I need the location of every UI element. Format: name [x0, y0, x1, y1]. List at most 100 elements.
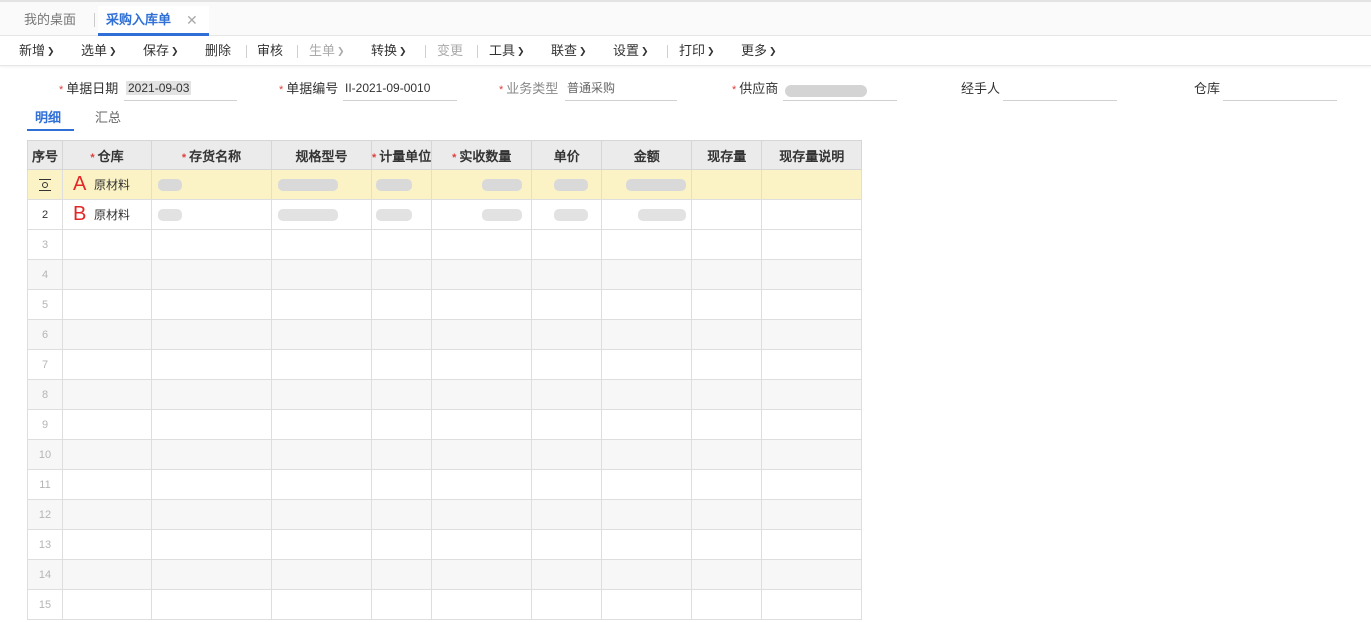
stock-note-cell[interactable] — [761, 169, 863, 200]
warehouse-cell[interactable] — [62, 559, 152, 590]
amount-cell[interactable] — [601, 169, 693, 200]
amount-cell[interactable] — [601, 559, 693, 590]
generate-bill-button[interactable]: 生单 ❯ — [309, 36, 345, 66]
stock-note-cell[interactable] — [761, 469, 863, 500]
col-header-item-name[interactable]: * 存货名称 — [151, 140, 272, 170]
qty-cell[interactable] — [431, 559, 533, 590]
warehouse-cell[interactable] — [62, 319, 152, 350]
col-header-no[interactable]: 序号 — [27, 140, 63, 170]
stock-cell[interactable] — [691, 589, 763, 620]
stock-note-cell[interactable] — [761, 499, 863, 530]
table-row[interactable]: 15 — [27, 589, 863, 620]
price-cell[interactable] — [531, 199, 603, 230]
amount-cell[interactable] — [601, 499, 693, 530]
qty-cell[interactable] — [431, 199, 533, 230]
warehouse-cell[interactable] — [62, 229, 152, 260]
price-cell[interactable] — [531, 349, 603, 380]
table-row[interactable]: 4 — [27, 259, 863, 290]
spec-cell[interactable] — [271, 439, 372, 470]
unit-cell[interactable] — [370, 229, 433, 260]
handler-field[interactable] — [1003, 78, 1117, 101]
item-name-cell[interactable] — [151, 589, 272, 620]
tab-home[interactable]: 我的桌面 — [24, 6, 76, 36]
warehouse-cell[interactable]: B 原材料 — [62, 199, 152, 230]
qty-cell[interactable] — [431, 169, 533, 200]
col-header-price[interactable]: 单价 — [531, 140, 603, 170]
stock-cell[interactable] — [691, 289, 763, 320]
stock-note-cell[interactable] — [761, 409, 863, 440]
col-header-unit[interactable]: * 计量单位 — [370, 140, 433, 170]
table-row[interactable]: 7 — [27, 349, 863, 380]
stock-note-cell[interactable] — [761, 349, 863, 380]
spec-cell[interactable] — [271, 259, 372, 290]
price-cell[interactable] — [531, 439, 603, 470]
print-button[interactable]: 打印 ❯ — [679, 36, 715, 66]
qty-cell[interactable] — [431, 439, 533, 470]
warehouse-header-field[interactable] — [1223, 78, 1337, 101]
price-cell[interactable] — [531, 589, 603, 620]
item-name-cell[interactable] — [151, 499, 272, 530]
item-name-cell[interactable] — [151, 439, 272, 470]
warehouse-cell[interactable] — [62, 469, 152, 500]
qty-cell[interactable] — [431, 499, 533, 530]
unit-cell[interactable] — [370, 349, 433, 380]
price-cell[interactable] — [531, 259, 603, 290]
stock-cell[interactable] — [691, 199, 763, 230]
table-row[interactable]: 10 — [27, 439, 863, 470]
col-header-spec[interactable]: 规格型号 — [271, 140, 372, 170]
warehouse-cell[interactable] — [62, 409, 152, 440]
spec-cell[interactable] — [271, 469, 372, 500]
unit-cell[interactable] — [370, 199, 433, 230]
unit-cell[interactable] — [370, 409, 433, 440]
select-bill-button[interactable]: 选单 ❯ — [81, 36, 117, 66]
table-row[interactable]: 14 — [27, 559, 863, 590]
unit-cell[interactable] — [370, 379, 433, 410]
amount-cell[interactable] — [601, 469, 693, 500]
item-name-cell[interactable] — [151, 559, 272, 590]
spec-cell[interactable] — [271, 199, 372, 230]
stock-cell[interactable] — [691, 559, 763, 590]
unit-cell[interactable] — [370, 169, 433, 200]
stock-note-cell[interactable] — [761, 439, 863, 470]
price-cell[interactable] — [531, 169, 603, 200]
col-header-qty[interactable]: * 实收数量 — [431, 140, 533, 170]
spec-cell[interactable] — [271, 319, 372, 350]
item-name-cell[interactable] — [151, 469, 272, 500]
unit-cell[interactable] — [370, 499, 433, 530]
item-name-cell[interactable] — [151, 289, 272, 320]
tools-button[interactable]: 工具 ❯ — [489, 36, 525, 66]
amount-cell[interactable] — [601, 589, 693, 620]
stock-note-cell[interactable] — [761, 529, 863, 560]
amount-cell[interactable] — [601, 199, 693, 230]
warehouse-cell[interactable] — [62, 589, 152, 620]
stock-note-cell[interactable] — [761, 379, 863, 410]
qty-cell[interactable] — [431, 409, 533, 440]
unit-cell[interactable] — [370, 319, 433, 350]
unit-cell[interactable] — [370, 439, 433, 470]
price-cell[interactable] — [531, 229, 603, 260]
stock-cell[interactable] — [691, 169, 763, 200]
qty-cell[interactable] — [431, 379, 533, 410]
spec-cell[interactable] — [271, 559, 372, 590]
spec-cell[interactable] — [271, 349, 372, 380]
unit-cell[interactable] — [370, 589, 433, 620]
table-row[interactable]: 3 — [27, 229, 863, 260]
stock-note-cell[interactable] — [761, 229, 863, 260]
warehouse-cell[interactable] — [62, 379, 152, 410]
item-name-cell[interactable] — [151, 349, 272, 380]
price-cell[interactable] — [531, 559, 603, 590]
unit-cell[interactable] — [370, 469, 433, 500]
stock-note-cell[interactable] — [761, 319, 863, 350]
unit-cell[interactable] — [370, 259, 433, 290]
spec-cell[interactable] — [271, 169, 372, 200]
warehouse-cell[interactable] — [62, 439, 152, 470]
date-field[interactable]: 2021-09-03 — [124, 78, 237, 101]
stock-cell[interactable] — [691, 229, 763, 260]
spec-cell[interactable] — [271, 499, 372, 530]
item-name-cell[interactable] — [151, 169, 272, 200]
settings-button[interactable]: 设置 ❯ — [613, 36, 649, 66]
qty-cell[interactable] — [431, 529, 533, 560]
table-row[interactable]: 6 — [27, 319, 863, 350]
price-cell[interactable] — [531, 469, 603, 500]
stock-cell[interactable] — [691, 499, 763, 530]
